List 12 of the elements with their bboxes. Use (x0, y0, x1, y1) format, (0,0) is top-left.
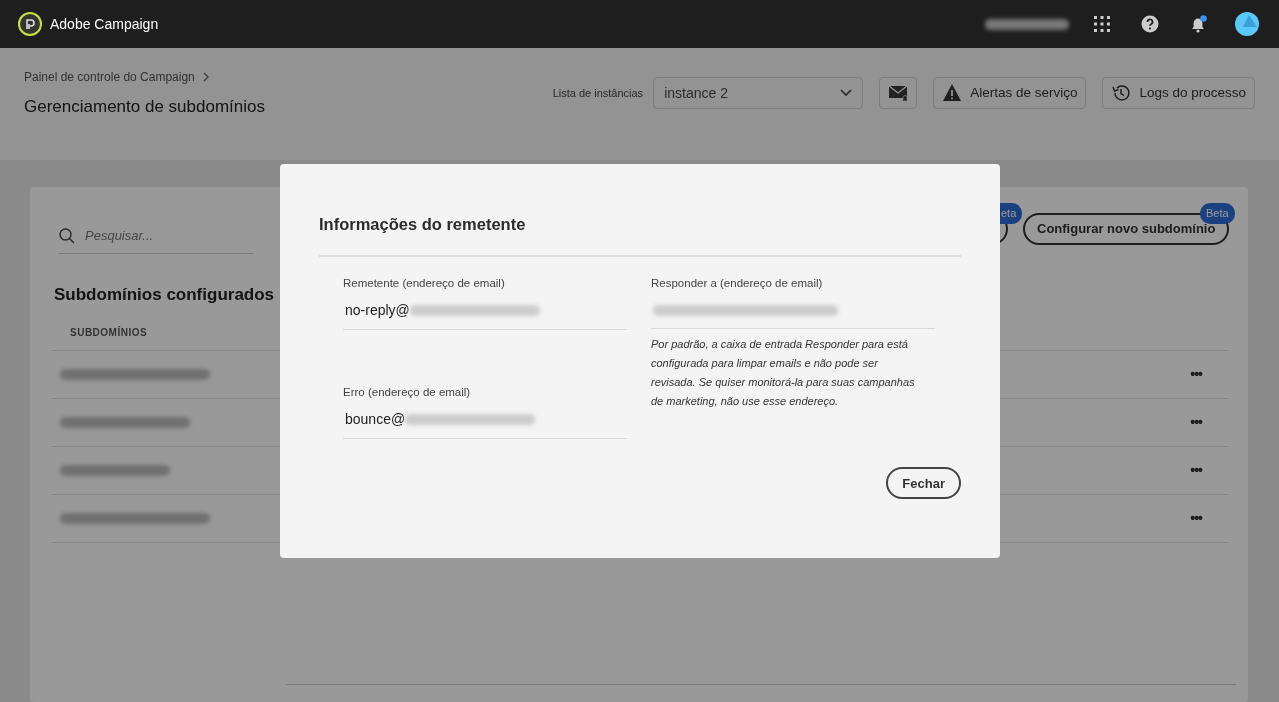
beta-badge: Beta (1200, 203, 1235, 224)
beta-badge: eta (1000, 203, 1023, 224)
instance-label: Lista de instâncias (552, 85, 644, 101)
app-name: Adobe Campaign (50, 14, 159, 34)
help-text: Por padrão, a caixa de entrada Responder para está configurada para limpar emails e não pode ser revisada. Se quiser monitorá-la para suas campanhas de marketing, não use esse endereço. (651, 337, 916, 409)
dialog-title: Informações do remetente (319, 212, 961, 257)
field-label: Remetente (endereço de email) (343, 275, 506, 291)
field-label: Responder a (endereço de email) (651, 275, 824, 291)
section-heading: Subdomínios configurados (54, 283, 275, 306)
column-header: SUBDOMÍNIOS (70, 325, 148, 340)
field-label: Erro (endereço de email) (343, 385, 472, 400)
page-title: Gerenciamento de subdomínios (24, 96, 265, 118)
